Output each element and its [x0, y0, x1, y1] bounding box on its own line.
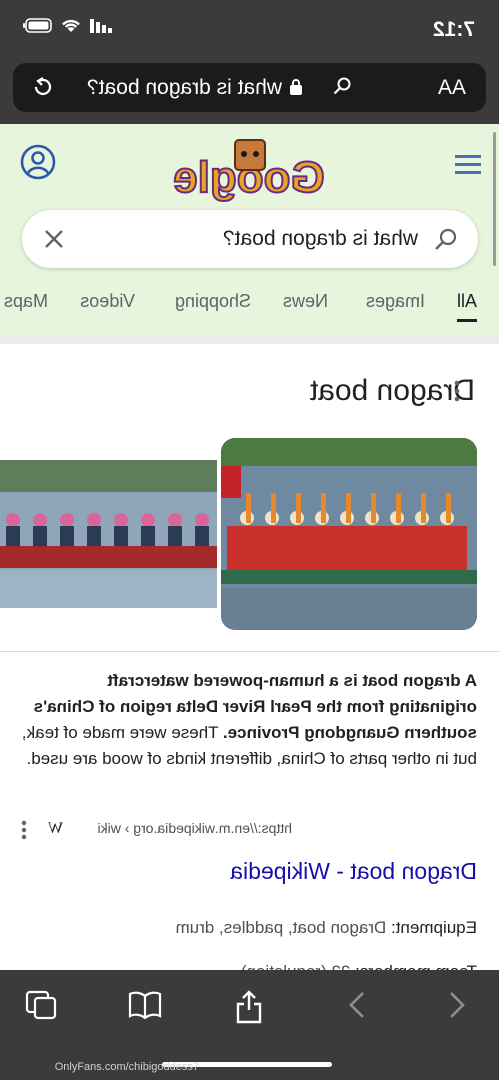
mirrored-view: 7:12 AA what is dragon boat? Google what… — [0, 0, 499, 1080]
hamburger-menu-icon[interactable] — [455, 154, 481, 174]
browser-top-bar: 7:12 AA what is dragon boat? — [0, 0, 499, 124]
status-time: 7:12 — [432, 18, 475, 41]
tab-active-underline — [457, 319, 477, 322]
account-avatar-icon[interactable] — [20, 144, 56, 180]
watermark-text: OnlyFans.com/chibigoddess7 — [54, 1061, 199, 1073]
address-bar[interactable]: AA what is dragon boat? — [13, 63, 486, 112]
tab-news[interactable]: News — [283, 291, 328, 312]
tab-shopping[interactable]: Shopping — [175, 291, 251, 312]
search-box[interactable]: what is dragon boat? — [22, 210, 478, 268]
forward-icon[interactable] — [345, 990, 369, 1020]
reload-icon[interactable] — [31, 75, 55, 99]
phone-screen: 7:12 AA what is dragon boat? Google what… — [0, 0, 499, 1080]
wifi-icon — [62, 19, 80, 32]
reader-aa-button[interactable]: AA — [438, 76, 466, 100]
dragon-boat-image-main[interactable] — [221, 438, 477, 630]
bookmarks-icon[interactable] — [128, 990, 162, 1020]
status-bar: 7:12 — [0, 0, 499, 58]
dragon-boat-image-second[interactable] — [0, 460, 217, 608]
source-url[interactable]: https://en.m.wikipedia.org › wiki — [97, 820, 292, 836]
clear-search-icon[interactable] — [42, 227, 66, 251]
tab-all[interactable]: All — [457, 291, 477, 312]
scroll-indicator — [493, 132, 496, 266]
google-header: Google what is dragon boat? All Images N… — [0, 124, 499, 344]
share-icon[interactable] — [235, 990, 263, 1024]
search-icon[interactable] — [434, 227, 458, 251]
lock-icon — [290, 79, 302, 95]
card-divider — [0, 651, 499, 652]
section-separator — [0, 336, 499, 344]
url-text: what is dragon boat? — [87, 76, 282, 99]
back-icon[interactable] — [445, 990, 469, 1020]
search-tabs: All Images News Shopping Videos Maps — [0, 289, 499, 329]
fact-equipment: Equipment: Dragon boat, paddles, drum — [176, 918, 477, 938]
status-icons — [22, 18, 112, 33]
fact-equipment-key: Equipment: — [391, 918, 477, 937]
knowledge-description: A dragon boat is a human-powered watercr… — [21, 668, 477, 772]
search-query-text[interactable]: what is dragon boat? — [223, 227, 418, 251]
tab-videos[interactable]: Videos — [80, 291, 135, 312]
tabs-icon[interactable] — [25, 990, 57, 1022]
wikipedia-result-link[interactable]: Dragon boat - Wikipedia — [230, 858, 477, 885]
source-more-options-icon[interactable] — [21, 820, 27, 840]
tab-maps[interactable]: Maps — [4, 291, 48, 312]
more-options-icon[interactable] — [454, 380, 460, 402]
source-row[interactable]: W https://en.m.wikipedia.org › wiki — [17, 818, 477, 842]
search-icon — [333, 77, 351, 95]
dragon-boat-photo-1 — [221, 438, 477, 630]
battery-icon — [23, 18, 52, 33]
signal-icon — [90, 18, 112, 33]
wikipedia-icon: W — [47, 820, 63, 837]
dragon-boat-photo-2 — [0, 460, 217, 608]
knowledge-panel-title: Dragon boat — [309, 374, 475, 407]
fact-equipment-value: Dragon boat, paddles, drum — [175, 918, 391, 937]
google-doodle-logo[interactable]: Google — [169, 136, 329, 208]
tab-images[interactable]: Images — [366, 291, 425, 312]
